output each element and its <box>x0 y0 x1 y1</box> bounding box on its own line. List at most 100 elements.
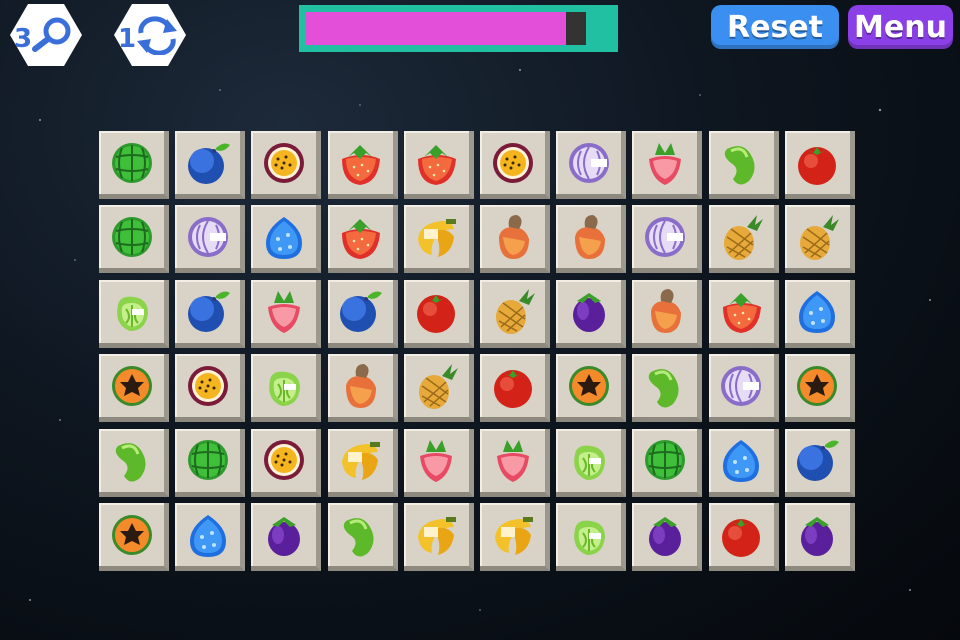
tomato-icon <box>798 146 837 185</box>
tile-blue-fruit[interactable] <box>175 503 246 571</box>
tile-red-cabbage[interactable] <box>556 131 627 199</box>
tile-blue-fruit[interactable] <box>251 205 322 274</box>
tile-blue-fruit[interactable] <box>708 428 779 497</box>
tile-pineapple[interactable] <box>480 279 550 348</box>
tile-strawberry[interactable] <box>708 279 779 348</box>
pineapple-icon <box>724 214 764 260</box>
tile-red-cabbage[interactable] <box>632 205 703 274</box>
tile-blueberry[interactable] <box>327 279 398 348</box>
blue-fruit-icon <box>265 216 302 259</box>
tile-cashew-apple[interactable] <box>632 279 703 348</box>
tile-strawberry[interactable] <box>327 131 398 199</box>
tile-blueberry[interactable] <box>175 131 246 199</box>
tile-strawberry[interactable] <box>327 205 398 274</box>
tile-pineapple[interactable] <box>708 205 779 274</box>
tile-watermelon[interactable] <box>99 205 169 274</box>
hint-count: 3 <box>14 24 33 54</box>
tile-watermelon[interactable] <box>99 131 169 199</box>
tile-radish[interactable] <box>403 428 474 497</box>
hint-button[interactable]: 3 <box>10 4 82 66</box>
tile-green-pepper[interactable] <box>99 279 169 348</box>
tile-radish[interactable] <box>632 131 703 199</box>
tile-passion-fruit[interactable] <box>251 428 322 497</box>
tile-banana[interactable] <box>403 205 474 274</box>
tile-green-bean[interactable] <box>632 354 703 423</box>
tile-board <box>99 131 863 577</box>
tile-papaya[interactable] <box>99 354 169 423</box>
tile-blueberry[interactable] <box>784 428 855 497</box>
time-bar-track <box>306 12 586 45</box>
tile-papaya[interactable] <box>556 354 627 423</box>
tile-red-cabbage[interactable] <box>708 354 779 423</box>
blue-fruit-icon <box>189 514 226 557</box>
eggplant-icon <box>572 293 605 333</box>
shuffle-count: 1 <box>118 24 137 54</box>
watermelon-icon <box>644 440 685 481</box>
strawberry-icon <box>418 144 457 185</box>
tile-banana[interactable] <box>327 428 398 497</box>
tile-green-pepper[interactable] <box>251 354 322 423</box>
tomato-icon <box>417 295 456 334</box>
tile-eggplant[interactable] <box>632 503 703 571</box>
tile-green-bean[interactable] <box>327 503 398 571</box>
red-cabbage-icon <box>568 142 609 183</box>
tomato-icon <box>493 369 532 408</box>
tile-eggplant[interactable] <box>251 503 322 571</box>
tile-cashew-apple[interactable] <box>556 205 627 274</box>
watermelon-icon <box>111 216 152 257</box>
eggplant-icon <box>267 516 300 556</box>
tile-tomato[interactable] <box>708 503 779 571</box>
blue-fruit-icon <box>723 440 760 483</box>
shuffle-button[interactable]: 1 <box>114 4 186 66</box>
tile-passion-fruit[interactable] <box>175 354 246 423</box>
tile-banana[interactable] <box>480 503 550 571</box>
tile-cashew-apple[interactable] <box>480 205 550 274</box>
reset-button[interactable]: Reset <box>711 5 839 49</box>
pineapple-icon <box>419 363 459 409</box>
cashew-apple-icon <box>498 214 529 259</box>
tile-watermelon[interactable] <box>175 428 246 497</box>
red-cabbage-icon <box>644 216 685 257</box>
banana-icon <box>494 516 533 555</box>
red-cabbage-icon <box>721 365 762 406</box>
tile-strawberry[interactable] <box>403 131 474 199</box>
tile-radish[interactable] <box>251 279 322 348</box>
tile-passion-fruit[interactable] <box>480 131 550 199</box>
tile-red-cabbage[interactable] <box>175 205 246 274</box>
banana-icon <box>418 218 457 257</box>
pineapple-icon <box>800 214 840 260</box>
tile-passion-fruit[interactable] <box>251 131 322 199</box>
menu-button[interactable]: Menu <box>848 5 953 49</box>
tile-green-pepper[interactable] <box>556 428 627 497</box>
passion-fruit-icon <box>187 365 228 406</box>
papaya-icon <box>111 365 152 406</box>
cashew-apple-icon <box>346 363 377 408</box>
tile-papaya[interactable] <box>784 354 855 423</box>
tile-eggplant[interactable] <box>556 279 627 348</box>
tile-radish[interactable] <box>480 428 550 497</box>
papaya-icon <box>797 365 838 406</box>
tile-tomato[interactable] <box>403 279 474 348</box>
tile-green-pepper[interactable] <box>556 503 627 571</box>
tile-papaya[interactable] <box>99 503 169 571</box>
green-pepper-icon <box>116 296 148 332</box>
cashew-apple-icon <box>574 214 605 259</box>
tile-pineapple[interactable] <box>784 205 855 274</box>
radish-icon <box>420 440 453 483</box>
tile-tomato[interactable] <box>784 131 855 199</box>
blueberry-icon <box>187 143 230 184</box>
magnifier-icon <box>32 17 71 52</box>
radish-icon <box>648 142 681 185</box>
tile-blueberry[interactable] <box>175 279 246 348</box>
tile-green-bean[interactable] <box>99 428 169 497</box>
tile-watermelon[interactable] <box>632 428 703 497</box>
tile-tomato[interactable] <box>480 354 550 423</box>
tile-pineapple[interactable] <box>403 354 474 423</box>
tile-cashew-apple[interactable] <box>327 354 398 423</box>
tile-blue-fruit[interactable] <box>784 279 855 348</box>
tile-eggplant[interactable] <box>784 503 855 571</box>
eggplant-icon <box>801 516 834 556</box>
green-bean-icon <box>648 368 679 408</box>
tile-green-bean[interactable] <box>708 131 779 199</box>
tile-banana[interactable] <box>403 503 474 571</box>
